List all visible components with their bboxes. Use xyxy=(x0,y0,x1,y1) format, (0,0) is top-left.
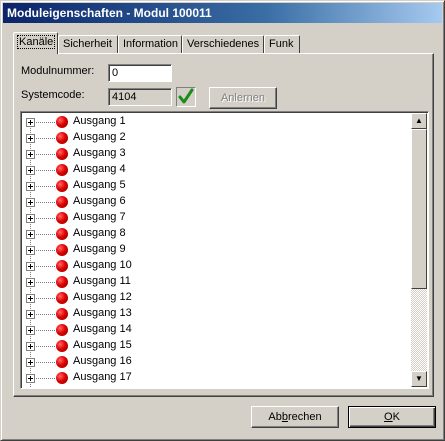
tab-panel-kanaele xyxy=(13,53,434,397)
tab-information-label: Information xyxy=(123,38,179,50)
tab-verschiedenes-label: Verschiedenes xyxy=(187,38,260,50)
tab-verschiedenes[interactable]: Verschiedenes xyxy=(182,35,264,53)
tab-information[interactable]: Information xyxy=(118,35,182,53)
tab-kanaele[interactable]: Kanäle xyxy=(13,32,58,54)
ok-label-post: K xyxy=(392,411,400,423)
cancel-label-pre: Ab xyxy=(268,411,282,423)
cancel-button[interactable]: Abbrechen xyxy=(251,406,339,428)
ok-label-mnemonic: O xyxy=(384,411,393,423)
tab-funk[interactable]: Funk xyxy=(264,35,300,53)
tab-funk-label: Funk xyxy=(269,38,294,50)
tab-sicherheit-label: Sicherheit xyxy=(63,38,112,50)
tab-kanaele-label: Kanäle xyxy=(16,35,56,49)
tab-sicherheit[interactable]: Sicherheit xyxy=(58,35,118,53)
cancel-label-post: rechen xyxy=(287,411,322,423)
title-bar[interactable]: Moduleigenschaften - Modul 100011 xyxy=(3,3,442,23)
window-title: Moduleigenschaften - Modul 100011 xyxy=(7,6,212,20)
ok-button[interactable]: OK xyxy=(348,406,436,428)
module-properties-window: Moduleigenschaften - Modul 100011 Kanäle… xyxy=(0,0,445,441)
